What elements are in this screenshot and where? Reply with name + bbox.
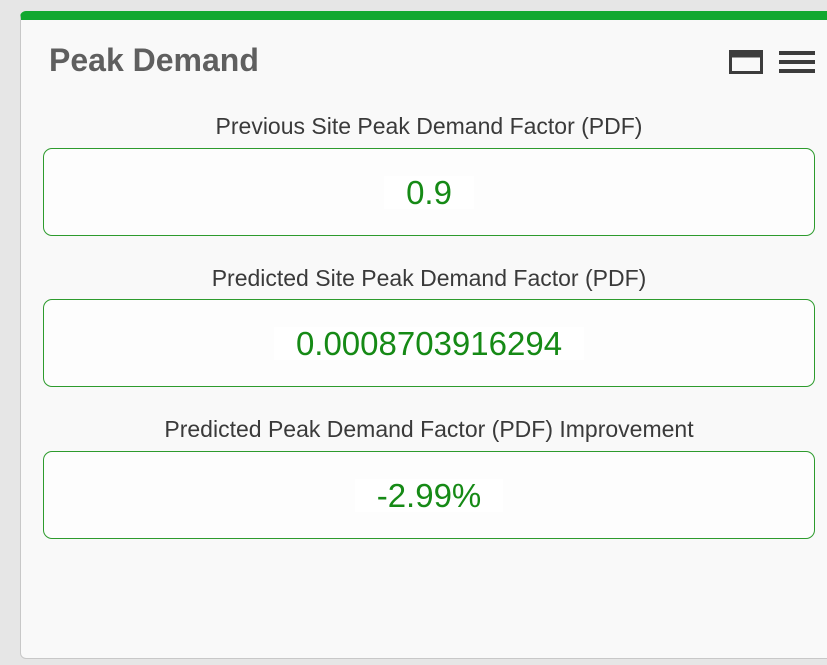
predicted-pdf-box: 0.0008703916294: [43, 299, 815, 387]
previous-pdf-value: 0.9: [384, 175, 474, 209]
peak-demand-panel: Peak Demand Previous Site Peak Demand Fa…: [20, 11, 827, 659]
pdf-improvement-box: -2.99%: [43, 451, 815, 539]
panel-title: Peak Demand: [49, 42, 259, 78]
previous-pdf-box: 0.9: [43, 148, 815, 236]
pdf-improvement-value: -2.99%: [354, 478, 504, 512]
hamburger-menu-icon[interactable]: [779, 51, 815, 78]
panel-header-actions: [729, 50, 815, 79]
predicted-pdf-value: 0.0008703916294: [273, 326, 585, 360]
maximize-window-icon[interactable]: [729, 50, 763, 79]
predicted-pdf-label: Predicted Site Peak Demand Factor (PDF): [211, 265, 647, 291]
pdf-improvement-label: Predicted Peak Demand Factor (PDF) Impro…: [164, 416, 694, 442]
previous-pdf-label: Previous Site Peak Demand Factor (PDF): [215, 113, 643, 139]
